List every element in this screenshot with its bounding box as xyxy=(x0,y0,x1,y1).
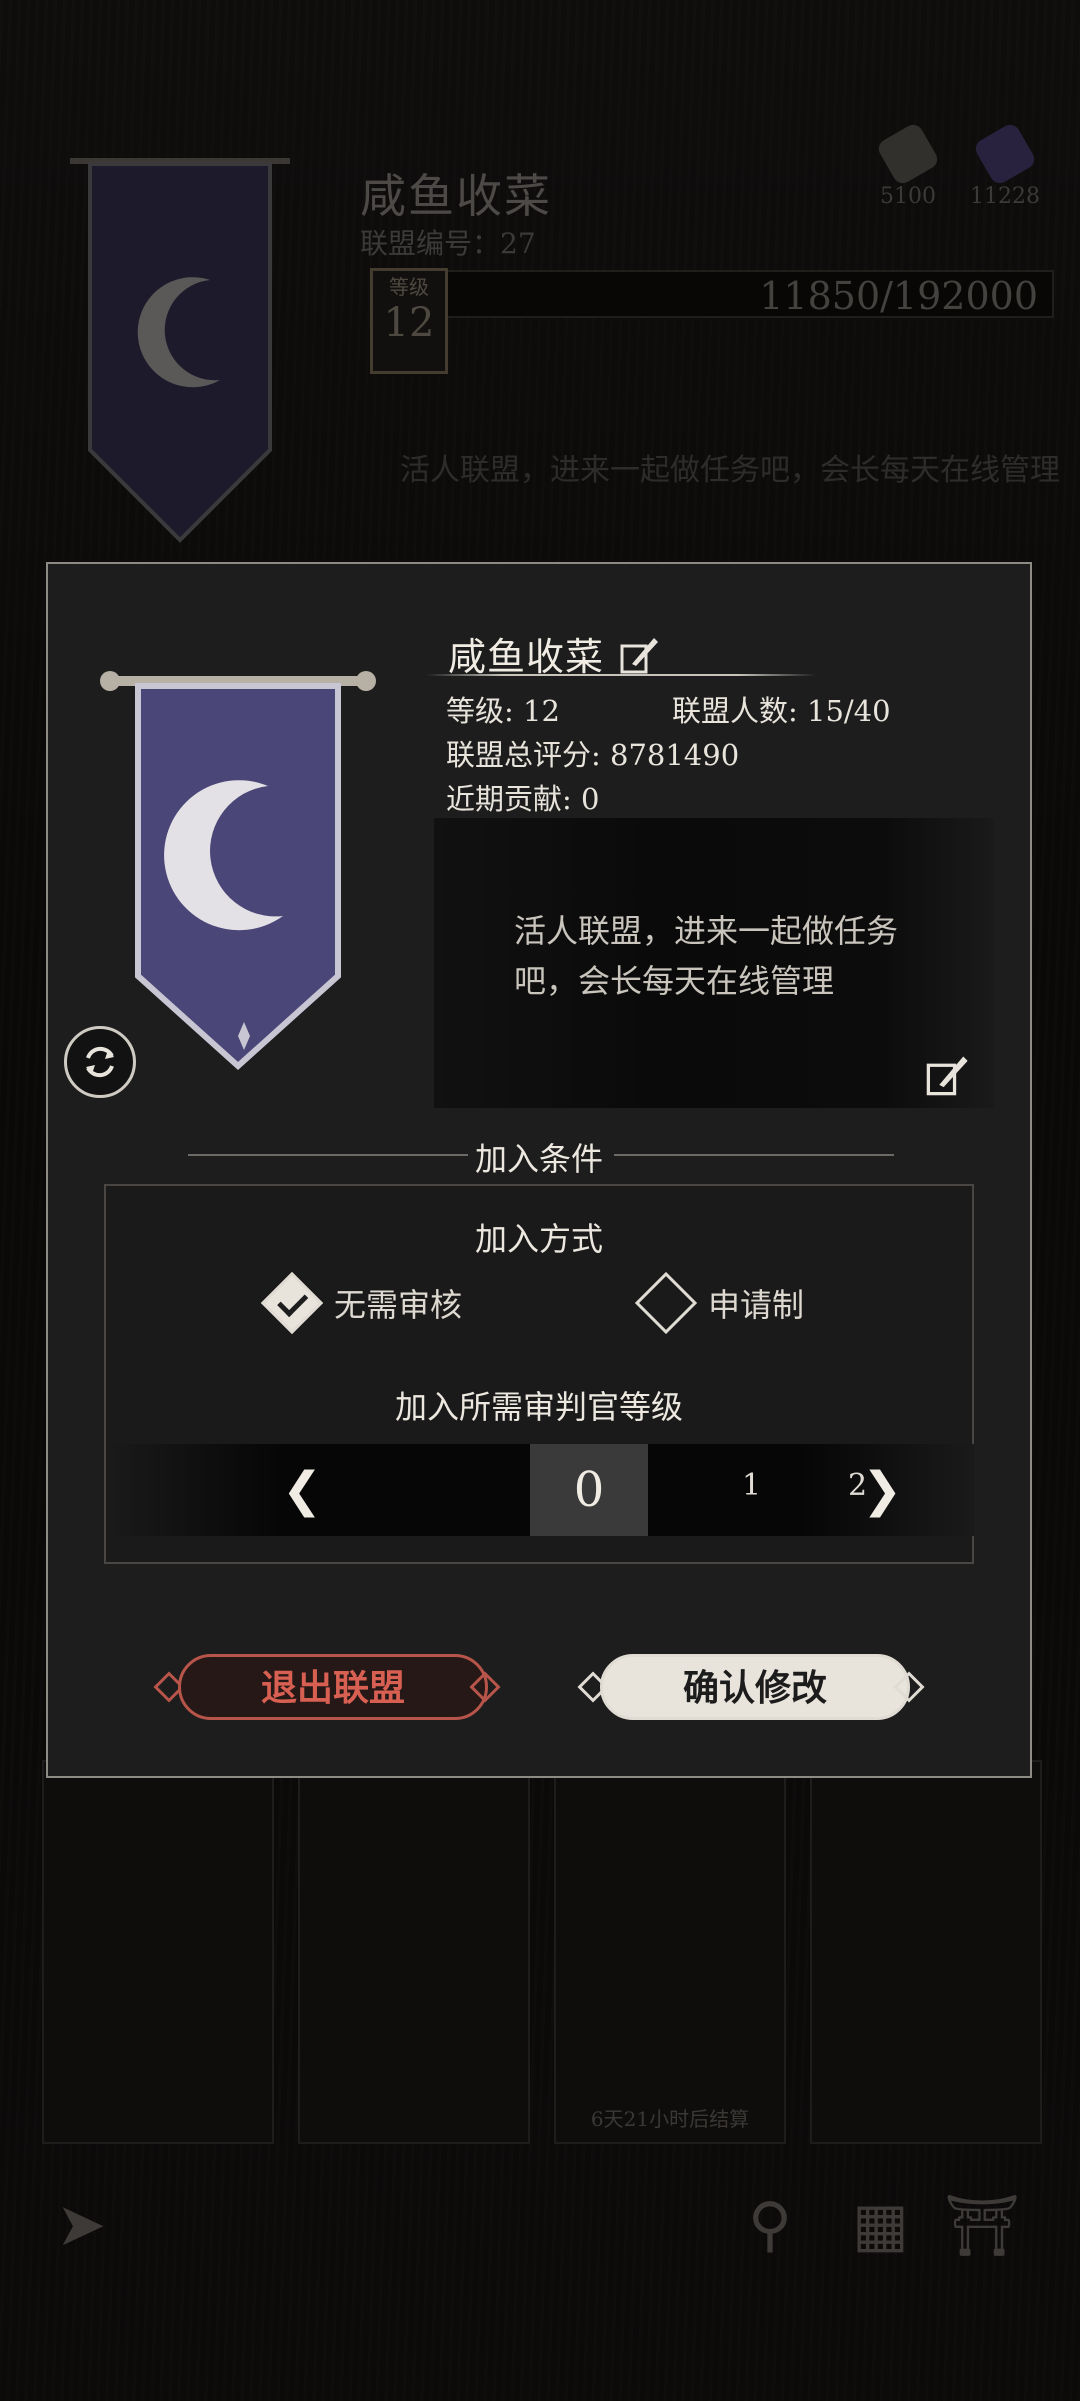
description-box[interactable]: 活人联盟，进来一起做任务吧，会长每天在线管理 xyxy=(434,818,994,1108)
contribution-stat: 近期贡献: 0 xyxy=(446,776,599,818)
join-conditions-title: 加入条件 xyxy=(474,1140,603,1178)
refresh-banner-button[interactable] xyxy=(64,1026,136,1098)
option-application-label: 申请制 xyxy=(708,1286,805,1324)
guild-edit-dialog: 咸鱼收菜 等级: 12 联盟人数: 15/40 联盟总评分: 8781490 近… xyxy=(46,562,1032,1778)
quit-guild-button[interactable]: 退出联盟 xyxy=(178,1654,488,1720)
members-value: 15/40 xyxy=(807,694,891,728)
option-no-review[interactable]: 无需审核 xyxy=(260,1271,463,1335)
chevron-right-icon[interactable]: ❯ xyxy=(862,1462,902,1518)
edit-description-icon[interactable] xyxy=(924,1050,972,1098)
contribution-value: 0 xyxy=(581,782,600,816)
join-method-title: 加入方式 xyxy=(474,1220,603,1258)
required-rank-title: 加入所需审判官等级 xyxy=(394,1388,683,1426)
level-stat: 等级: 12 xyxy=(446,688,560,730)
option-no-review-label: 无需审核 xyxy=(334,1286,463,1324)
score-stat: 联盟总评分: 8781490 xyxy=(446,732,739,774)
guild-banner xyxy=(100,671,376,1071)
rank-current-value: 0 xyxy=(530,1444,648,1536)
refresh-icon xyxy=(86,1046,114,1078)
confirm-button[interactable]: 确认修改 xyxy=(600,1654,910,1720)
option-application[interactable]: 申请制 xyxy=(634,1271,805,1335)
contribution-label: 近期贡献: xyxy=(446,782,572,816)
name-divider xyxy=(426,674,816,676)
members-label: 联盟人数: xyxy=(672,694,798,728)
level-label: 等级: xyxy=(446,694,514,728)
edit-name-icon[interactable] xyxy=(618,632,662,676)
level-value: 12 xyxy=(523,694,560,728)
checkbox-empty-icon xyxy=(634,1271,698,1335)
chevron-left-icon[interactable]: ❮ xyxy=(282,1462,322,1518)
guild-name: 咸鱼收菜 xyxy=(448,635,605,679)
description-text: 活人联盟，进来一起做任务吧，会长每天在线管理 xyxy=(514,912,899,1000)
rank-picker[interactable]: ❮ 0 1 2 ❯ xyxy=(108,1444,974,1536)
members-stat: 联盟人数: 15/40 xyxy=(672,688,891,730)
score-value: 8781490 xyxy=(610,738,740,772)
checkbox-checked-icon xyxy=(260,1271,324,1335)
guild-name-row: 咸鱼收菜 xyxy=(448,626,662,681)
score-label: 联盟总评分: xyxy=(446,738,601,772)
rank-option-1[interactable]: 1 xyxy=(742,1468,761,1503)
